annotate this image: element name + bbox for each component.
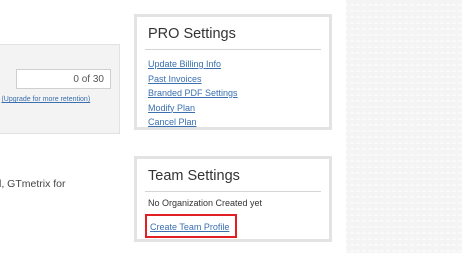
team-status-text: No Organization Created yet	[148, 198, 263, 208]
past-invoices-link[interactable]: Past Invoices	[148, 74, 202, 84]
create-team-profile-link[interactable]: Create Team Profile	[150, 222, 229, 232]
cancel-plan-link[interactable]: Cancel Plan	[148, 117, 197, 127]
upgrade-retention-link[interactable]: (Upgrade for more retention)	[1, 96, 90, 103]
body-text-snippet: l, GTmetrix for	[0, 178, 66, 190]
pro-settings-title: PRO Settings	[148, 26, 236, 42]
update-billing-info-link[interactable]: Update Billing Info	[148, 59, 221, 69]
pro-settings-links: Update Billing Info Past Invoices Brande…	[148, 56, 329, 129]
retention-note: s (Upgrade for more retention)	[0, 96, 116, 103]
divider	[145, 49, 321, 50]
divider	[145, 191, 321, 192]
usage-counter: 0 of 30	[16, 69, 111, 89]
modify-plan-link[interactable]: Modify Plan	[148, 103, 195, 113]
team-settings-card: Team Settings No Organization Created ye…	[134, 156, 332, 242]
team-settings-title: Team Settings	[148, 168, 240, 184]
background-pattern	[346, 0, 462, 253]
usage-panel	[0, 44, 120, 134]
highlight-box: Create Team Profile	[145, 214, 238, 238]
pro-settings-card: PRO Settings Update Billing Info Past In…	[134, 14, 332, 130]
branded-pdf-settings-link[interactable]: Branded PDF Settings	[148, 88, 238, 98]
